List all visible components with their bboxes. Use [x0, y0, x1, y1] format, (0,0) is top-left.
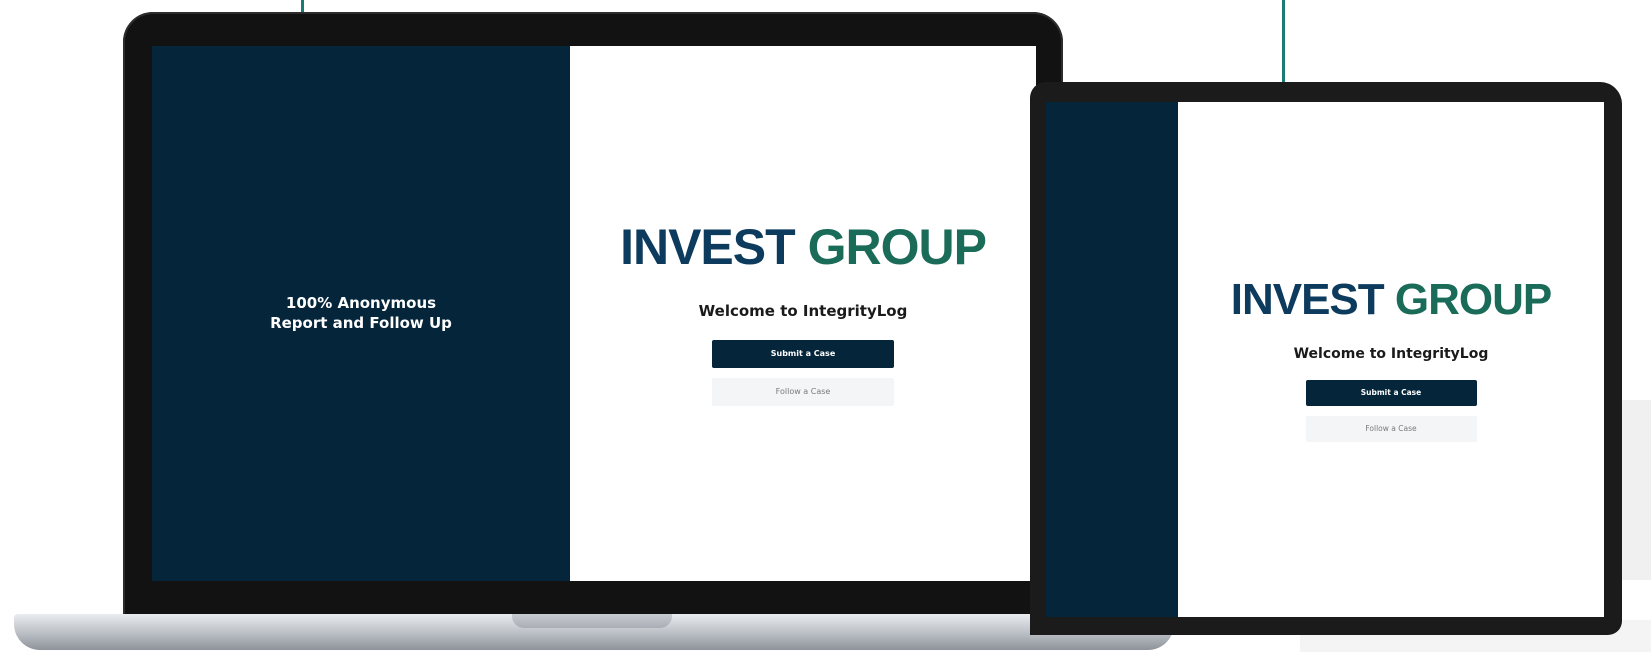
submit-case-button[interactable]: Submit a Case	[712, 339, 894, 368]
laptop-opening-notch	[512, 614, 672, 628]
tagline-line-1: 100% Anonymous	[285, 294, 437, 312]
follow-case-button[interactable]: Follow a Case	[712, 377, 894, 406]
logo-word-invest: INVEST	[620, 218, 796, 275]
device-mockup-stage: 100% Anonymous Report and Follow Up INVE…	[0, 0, 1651, 652]
tagline-line-2: Report and Follow Up	[270, 313, 452, 332]
laptop-hero-panel: 100% Anonymous Report and Follow Up	[152, 46, 570, 581]
brand-logo: INVEST GROUP	[1230, 274, 1553, 324]
logo-word-group: GROUP	[1394, 274, 1552, 324]
logo-word-group: GROUP	[807, 218, 987, 275]
tablet-login-panel: INVEST GROUP Welcome to IntegrityLog Sub…	[1178, 102, 1604, 617]
welcome-heading: Welcome to IntegrityLog	[698, 301, 908, 320]
hero-tagline: 100% Anonymous Report and Follow Up	[270, 294, 452, 333]
laptop-screen: 100% Anonymous Report and Follow Up INVE…	[152, 46, 1036, 581]
follow-case-button[interactable]: Follow a Case	[1305, 415, 1477, 442]
tablet-hero-panel	[1046, 102, 1178, 617]
logo-word-invest: INVEST	[1230, 274, 1385, 324]
welcome-heading: Welcome to IntegrityLog	[1293, 345, 1489, 362]
submit-case-button[interactable]: Submit a Case	[1305, 379, 1477, 406]
tablet-screen: INVEST GROUP Welcome to IntegrityLog Sub…	[1046, 102, 1604, 617]
brand-logo: INVEST GROUP	[620, 218, 987, 275]
laptop-login-panel: INVEST GROUP Welcome to IntegrityLog Sub…	[570, 46, 1036, 581]
